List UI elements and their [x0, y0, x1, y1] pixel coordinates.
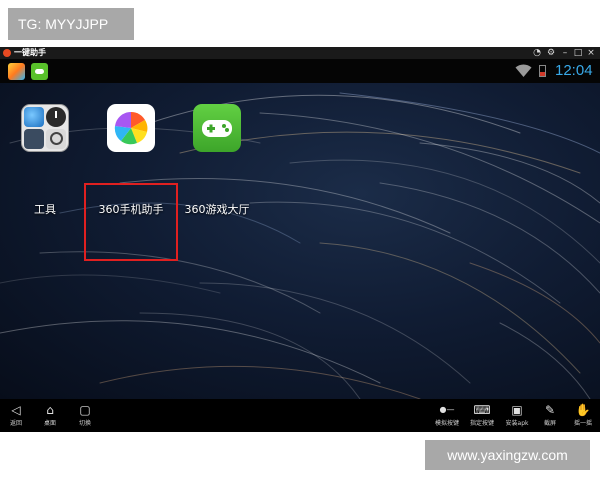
shake-button[interactable]: ✋ 摇一摇 [568, 401, 598, 432]
settings-gear-icon[interactable]: ⚙ [545, 47, 557, 59]
desktop-app-360-game-hall[interactable]: 360游戏大厅 [172, 83, 262, 263]
magnifier-icon [46, 129, 66, 149]
360-game-hall-icon [193, 104, 241, 152]
back-icon: ◁ [11, 403, 21, 417]
minimize-icon[interactable]: – [559, 47, 571, 59]
android-statusbar: 12:04 [0, 59, 600, 83]
assign-keys-button[interactable]: ⌨ 指定按键 [466, 401, 498, 432]
simulate-keys-button[interactable]: ●— 模拟按键 [431, 401, 463, 432]
360-mobile-assistant-icon [107, 104, 155, 152]
globe-icon [24, 107, 44, 127]
toggle-icon: ●— [439, 405, 455, 414]
emulator-window: 一键助手 ◔ ⚙ – □ × 12:04 工具 360手机助手 360游戏大厅 … [0, 47, 600, 432]
keyboard-icon: ⌨ [473, 403, 491, 417]
watermark-top: TG: MYYJJPP [8, 8, 134, 40]
recent-apps-icon: ▢ [79, 403, 91, 417]
game-center-icon[interactable] [31, 63, 48, 80]
app-label-360-game-hall: 360游戏大厅 [184, 203, 250, 216]
install-apk-button[interactable]: ▣ 安装apk [501, 401, 533, 432]
android-navbar: ◁ 返回 ⌂ 桌面 ▢ 切换 ●— 模拟按键 ⌨ 指定按键 ▣ 安装apk ✎ … [0, 399, 600, 432]
screenshot-button[interactable]: ✎ 截屏 [537, 401, 563, 432]
wifi-icon [515, 64, 532, 77]
app-logo-icon [3, 49, 11, 57]
home-icon: ⌂ [46, 403, 54, 417]
shake-icon: ✋ [575, 403, 591, 417]
help-icon[interactable]: ◔ [531, 47, 543, 59]
monitor-icon [24, 129, 44, 149]
battery-low-icon [539, 65, 546, 77]
360-assistant-icon[interactable] [8, 63, 25, 80]
screenshot-icon: ✎ [544, 403, 556, 417]
status-clock: 12:04 [555, 62, 593, 79]
close-icon[interactable]: × [585, 47, 597, 59]
window-titlebar[interactable]: 一键助手 ◔ ⚙ – □ × [0, 47, 600, 59]
app-label-tools: 工具 [34, 203, 56, 216]
page: TG: MYYJJPP 一键助手 ◔ ⚙ – □ × 12:04 工具 360手… [0, 0, 600, 480]
clock-icon [46, 107, 66, 127]
recent-apps-button[interactable]: ▢ 切换 [72, 401, 98, 432]
home-button[interactable]: ⌂ 桌面 [37, 401, 63, 432]
back-button[interactable]: ◁ 返回 [3, 401, 29, 432]
desktop-app-tools[interactable]: 工具 [0, 83, 90, 216]
maximize-icon[interactable]: □ [572, 47, 584, 59]
watermark-bottom: www.yaxingzw.com [425, 440, 590, 470]
apk-install-icon: ▣ [511, 403, 523, 417]
highlight-box [84, 183, 178, 261]
tools-folder-icon [21, 104, 69, 152]
window-title: 一键助手 [14, 48, 46, 57]
